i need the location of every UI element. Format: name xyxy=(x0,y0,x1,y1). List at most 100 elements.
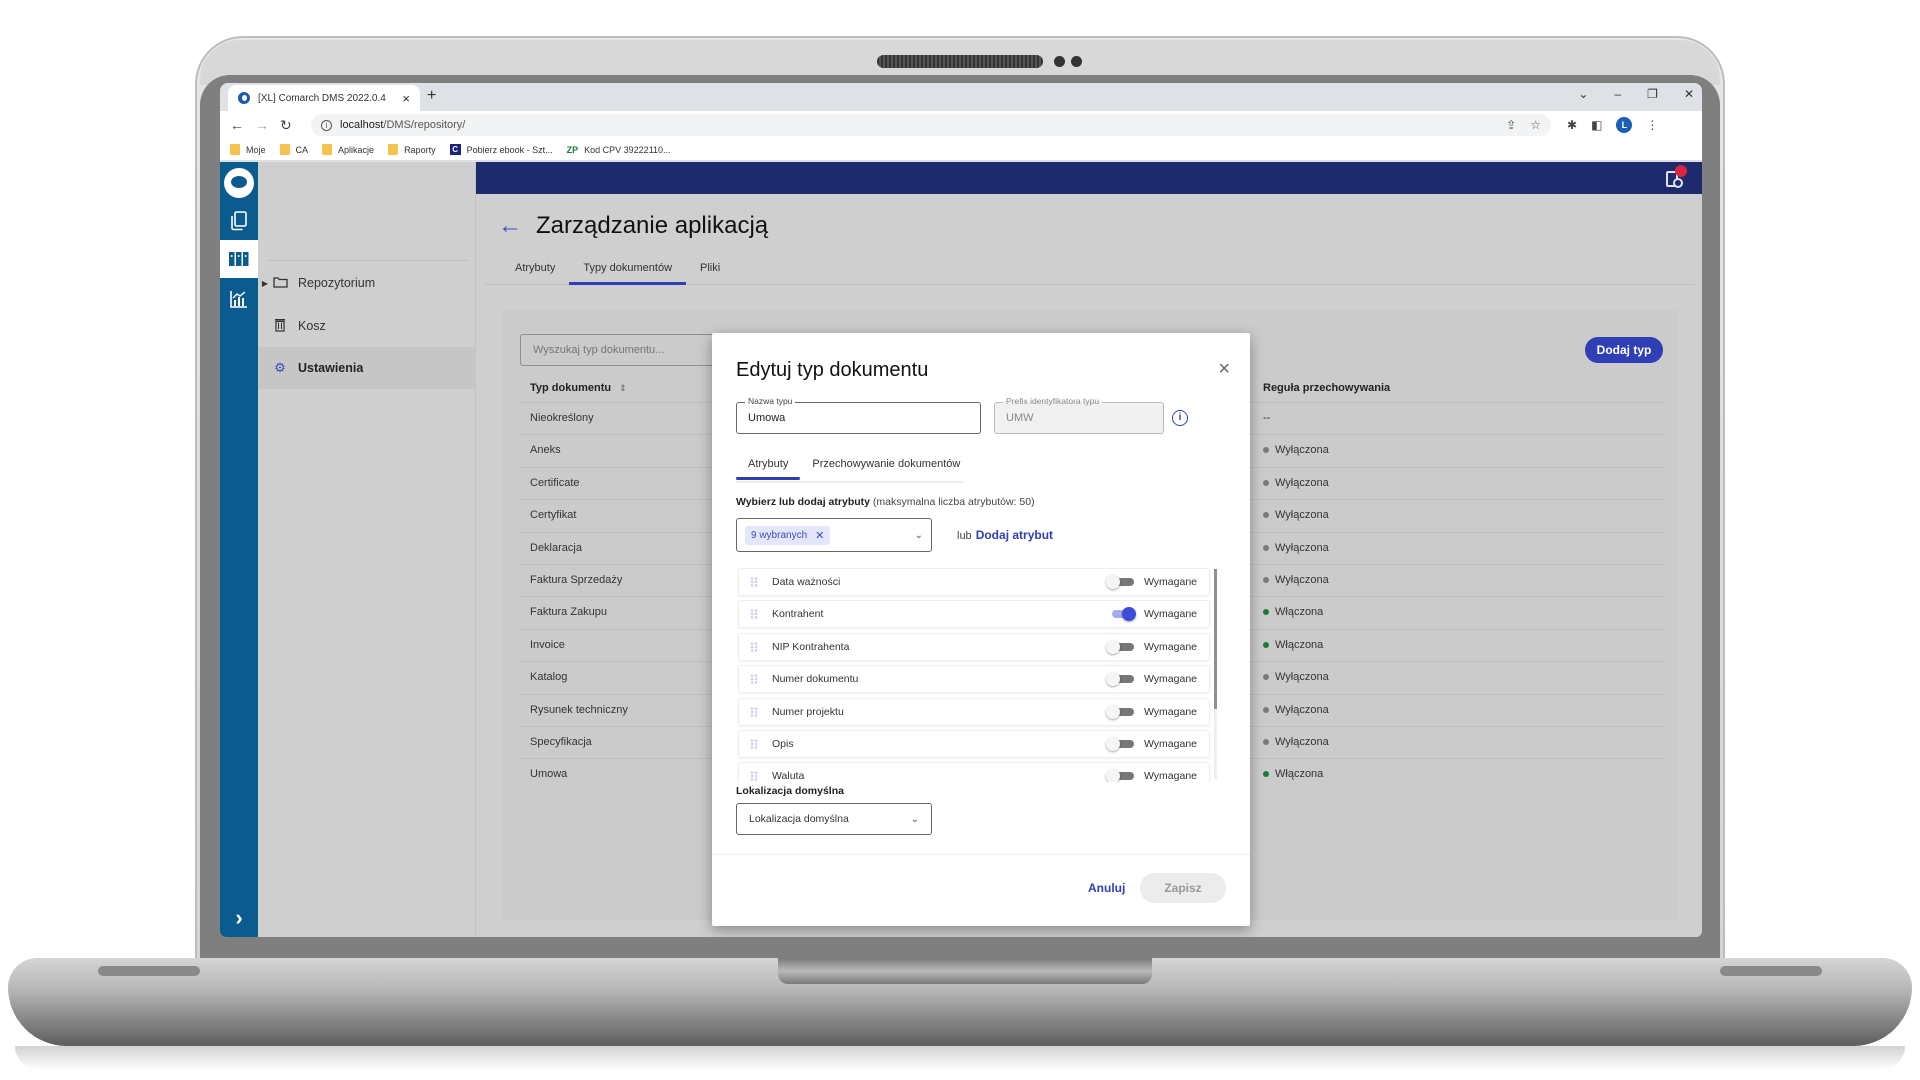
drag-handle-icon[interactable] xyxy=(750,641,758,652)
required-toggle[interactable] xyxy=(1105,737,1136,751)
bookmark-star-icon[interactable]: ☆ xyxy=(1530,118,1541,132)
expand-sidebar-button[interactable]: › xyxy=(220,899,258,937)
bookmark-item[interactable]: Raporty xyxy=(388,144,436,155)
rail-reports[interactable] xyxy=(220,280,258,318)
nav-item-ustawienia[interactable]: ⚙ Ustawienia xyxy=(258,347,476,389)
or-text: lub xyxy=(957,530,972,542)
table-row-type[interactable]: Invoice xyxy=(530,639,565,651)
tab-pliki[interactable]: Pliki xyxy=(686,262,734,282)
table-row-type[interactable]: Faktura Sprzedaży xyxy=(530,574,622,586)
drag-handle-icon[interactable] xyxy=(750,739,758,749)
drag-handle-icon[interactable] xyxy=(750,609,758,620)
save-button[interactable]: Zapisz xyxy=(1140,873,1226,903)
required-label: Wymagane xyxy=(1143,640,1197,653)
required-toggle[interactable] xyxy=(1105,575,1136,589)
required-toggle[interactable] xyxy=(1105,639,1136,654)
back-icon[interactable]: ← xyxy=(230,117,255,133)
bookmark-label: Kod CPV 39222110... xyxy=(584,144,671,155)
sort-icon[interactable]: ⇕ xyxy=(619,383,627,393)
status-dot-icon xyxy=(1263,609,1269,616)
table-row-type[interactable]: Umowa xyxy=(530,768,567,780)
default-location-select[interactable]: Lokalizacja domyślna ⌄ xyxy=(736,803,932,835)
attributes-hint: Wybierz lub dodaj atrybuty (maksymalna l… xyxy=(736,496,1035,508)
restore-button[interactable]: ❐ xyxy=(1647,87,1658,101)
required-toggle[interactable] xyxy=(1106,607,1136,622)
bookmark-item[interactable]: C Pobierz ebook - Szt... xyxy=(449,144,553,155)
reload-icon[interactable]: ↻ xyxy=(280,117,305,134)
site-info-icon[interactable]: i xyxy=(321,119,332,131)
close-icon[interactable]: × xyxy=(1218,359,1230,379)
edit-document-type-dialog: Edytuj typ dokumentu × Nazwa typu Umowa … xyxy=(712,333,1250,926)
tab-close-icon[interactable]: × xyxy=(402,91,410,106)
extensions-icon[interactable]: ✱ xyxy=(1567,118,1577,132)
rail-repository[interactable] xyxy=(220,240,258,278)
required-toggle[interactable] xyxy=(1105,704,1136,719)
add-type-button[interactable]: Dodaj typ xyxy=(1585,337,1663,363)
table-row-type[interactable]: Nieokreślony xyxy=(530,412,594,424)
close-window-button[interactable]: ✕ xyxy=(1684,87,1694,101)
add-attribute-link[interactable]: Dodaj atrybut xyxy=(976,528,1053,542)
tab-storage[interactable]: Przechowywanie dokumentów xyxy=(800,458,972,478)
minimize-button[interactable]: – xyxy=(1614,87,1621,101)
table-row-type[interactable]: Faktura Zakupu xyxy=(530,606,607,618)
table-row-type[interactable]: Aneks xyxy=(530,444,561,456)
bookmark-item[interactable]: CA xyxy=(279,144,308,155)
rail-documents[interactable] xyxy=(220,202,258,240)
attribute-row[interactable]: Waluta Wymagane xyxy=(738,762,1210,782)
attributes-select[interactable]: 9 wybranych ✕ ⌄ xyxy=(736,518,932,552)
search-input[interactable] xyxy=(520,334,740,366)
tab-atrybuty[interactable]: Atrybuty xyxy=(503,262,569,282)
forward-icon[interactable]: → xyxy=(255,117,280,133)
nav-item-kosz[interactable]: Kosz xyxy=(258,305,476,347)
bookmark-item[interactable]: Moje xyxy=(230,144,266,155)
table-row-type[interactable]: Certificate xyxy=(530,477,580,489)
drag-handle-icon[interactable] xyxy=(750,771,758,782)
menu-kebab-icon[interactable]: ⋮ xyxy=(1646,118,1658,132)
nav-item-repozytorium[interactable]: ▶ Repozytorium xyxy=(258,262,476,304)
caret-right-icon[interactable]: ▶ xyxy=(258,279,272,288)
notification-button[interactable] xyxy=(1666,165,1687,189)
info-icon[interactable]: i xyxy=(1172,410,1188,426)
table-row-type[interactable]: Certyfikat xyxy=(530,509,576,521)
table-row-type[interactable]: Rysunek techniczny xyxy=(530,704,628,716)
chevron-down-icon: ⌄ xyxy=(914,529,923,541)
rail-logo[interactable] xyxy=(220,164,258,202)
tab-search-icon[interactable]: ⌄ xyxy=(1578,87,1588,101)
status-label: Włączona xyxy=(1275,768,1324,781)
required-label: Wymagane xyxy=(1143,673,1197,686)
zp-icon: ZP xyxy=(566,144,579,155)
bookmark-item[interactable]: ZP Kod CPV 39222110... xyxy=(567,145,671,155)
table-row-type[interactable]: Deklaracja xyxy=(530,542,582,554)
browser-tab[interactable]: [XL] Comarch DMS 2022.0.4 × xyxy=(228,85,420,111)
tab-attributes[interactable]: Atrybuty xyxy=(736,458,801,480)
attribute-row[interactable]: Opis Wymagane xyxy=(738,730,1210,758)
cancel-button[interactable]: Anuluj xyxy=(1088,881,1125,895)
scrollbar-thumb[interactable] xyxy=(1214,569,1217,709)
bookmark-item[interactable]: Aplikacje xyxy=(322,144,374,155)
attribute-row[interactable]: Numer dokumentu Wymagane xyxy=(738,665,1210,694)
chip-remove-icon[interactable]: ✕ xyxy=(815,529,824,542)
drag-handle-icon[interactable] xyxy=(750,674,758,685)
required-toggle[interactable] xyxy=(1105,769,1136,782)
share-icon[interactable]: ⇪ xyxy=(1506,118,1516,132)
status-dot-icon xyxy=(1263,771,1269,778)
back-arrow-icon[interactable]: ← xyxy=(498,212,522,240)
attribute-row[interactable]: Data ważności Wymagane xyxy=(738,568,1210,596)
url-input[interactable]: i localhost /DMS/repository/ ⇪ ☆ xyxy=(311,114,1551,136)
type-name-field[interactable]: Nazwa typu Umowa xyxy=(736,396,981,434)
tab-typy-dokumentow[interactable]: Typy dokumentów xyxy=(569,262,686,285)
drag-handle-icon[interactable] xyxy=(750,706,758,717)
side-panel-icon[interactable]: ◧ xyxy=(1591,118,1602,132)
profile-avatar[interactable]: L xyxy=(1616,117,1633,133)
drag-handle-icon[interactable] xyxy=(750,577,758,587)
required-toggle[interactable] xyxy=(1105,672,1136,687)
attribute-row[interactable]: Numer projektu Wymagane xyxy=(738,697,1210,726)
attribute-name: Waluta xyxy=(772,770,805,782)
column-header-type[interactable]: Typ dokumentu ⇕ xyxy=(530,382,627,394)
new-tab-button[interactable]: + xyxy=(427,87,436,105)
table-row-type[interactable]: Specyfikacja xyxy=(530,736,592,748)
attribute-row[interactable]: Kontrahent Wymagane xyxy=(738,600,1210,629)
attribute-row[interactable]: NIP Kontrahenta Wymagane xyxy=(738,632,1210,661)
table-row-type[interactable]: Katalog xyxy=(530,671,567,683)
attribute-name: NIP Kontrahenta xyxy=(772,640,850,653)
